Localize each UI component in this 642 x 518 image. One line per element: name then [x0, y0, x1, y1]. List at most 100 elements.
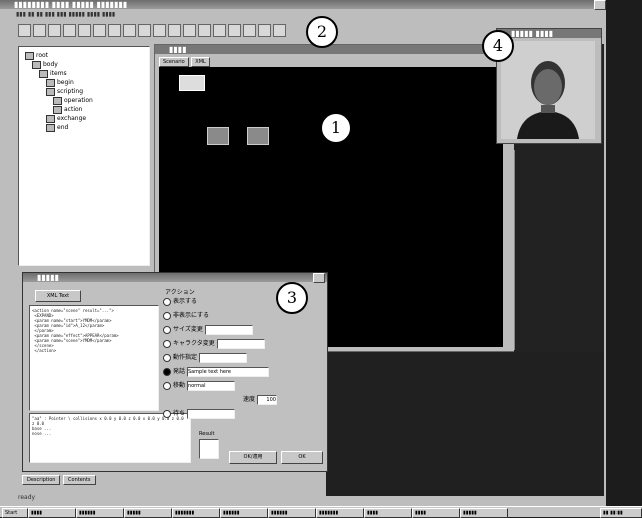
speed-row: 速度 100 [243, 394, 277, 405]
taskbar-item[interactable]: ▮▮▮▮▮▮ [76, 508, 124, 518]
node-icon [53, 96, 62, 105]
tab-xml[interactable]: XML [191, 57, 210, 67]
taskbar-clock: ▮▮ ▮▮:▮▮ [600, 508, 642, 518]
help-icon[interactable] [273, 24, 286, 37]
dialog-title-bar[interactable]: ▮▮▮▮▮ [23, 273, 327, 282]
radio-icon [163, 381, 171, 390]
tree-item[interactable]: end [25, 123, 149, 132]
ok-button[interactable]: OK [281, 451, 323, 464]
taskbar-item[interactable]: ▮▮▮▮▮▮▮ [172, 508, 220, 518]
taskbar-item[interactable]: ▮▮▮▮▮ [124, 508, 172, 518]
guide-line [514, 150, 515, 350]
undo-icon[interactable] [108, 24, 121, 37]
menu-bar[interactable]: ▮▮▮ ▮▮ ▮▮ ▮▮▮ ▮▮▮ ▮▮▮▮▮ ▮▮▮▮ ▮▮▮▮ [16, 11, 316, 19]
character-select[interactable] [216, 338, 265, 349]
wait-select[interactable] [186, 408, 235, 419]
new-icon[interactable] [18, 24, 31, 37]
motion-select[interactable] [198, 352, 247, 363]
paste-icon[interactable] [93, 24, 106, 37]
list-icon[interactable] [258, 24, 271, 37]
main-title-bar[interactable]: ▮▮▮▮▮▮▮▮ ▮▮▮▮ ▮▮▮▮▮ ▮▮▮▮▮▮▮ [0, 0, 606, 9]
tab-scenario[interactable]: Scenario [159, 57, 189, 67]
folder-icon [46, 87, 55, 96]
tree-item[interactable]: exchange [25, 114, 149, 123]
pencil-icon[interactable] [207, 127, 229, 145]
scenario-title-bar[interactable]: ▮▮▮▮ [155, 45, 515, 54]
folder-icon [32, 60, 41, 69]
dialog-close-button[interactable] [313, 273, 325, 283]
node-icon [53, 105, 62, 114]
pointer-icon[interactable] [247, 127, 269, 145]
radio-icon [163, 367, 171, 376]
tab-description[interactable]: Description [22, 475, 61, 485]
taskbar-item[interactable]: ▮▮▮▮ [28, 508, 76, 518]
cut-icon[interactable] [63, 24, 76, 37]
play-icon[interactable] [138, 24, 151, 37]
speed-input[interactable]: 100 [256, 394, 277, 405]
resize-select[interactable] [204, 324, 253, 335]
node-icon [46, 78, 55, 87]
radio-motion[interactable]: 動作指定 [163, 351, 323, 365]
folder-icon [25, 51, 34, 60]
taskbar: Start ▮▮▮▮ ▮▮▮▮▮▮ ▮▮▮▮▮ ▮▮▮▮▮▮▮ ▮▮▮▮▮▮ ▮… [0, 506, 642, 518]
callout-2: 2 [306, 16, 338, 48]
radio-utterance[interactable]: 発話 Sample text here [163, 365, 323, 379]
taskbar-item[interactable]: ▮▮▮▮ [364, 508, 412, 518]
camera-view [501, 41, 595, 139]
scene-node[interactable] [179, 75, 205, 91]
grid-icon[interactable] [243, 24, 256, 37]
tree-item[interactable]: scripting [25, 87, 149, 96]
radio-icon [163, 353, 171, 362]
callout-4: 4 [482, 30, 514, 62]
radio-icon [163, 325, 171, 334]
radio-wait[interactable]: 待ち [163, 407, 323, 421]
radio-resize[interactable]: サイズ変更 [163, 323, 323, 337]
start-button[interactable]: Start [2, 508, 28, 518]
script-text: <action name="scene" result="..."> <EXPA… [32, 308, 119, 353]
face-photo [501, 41, 595, 139]
tree-item[interactable]: begin [25, 78, 149, 87]
bottom-tabs: Description Contents [22, 474, 222, 485]
tree-item[interactable]: root [25, 51, 149, 60]
folder-icon [39, 69, 48, 78]
step-icon[interactable] [183, 24, 196, 37]
callout-1: 1 [320, 112, 352, 144]
tree-item[interactable]: items [25, 69, 149, 78]
open-icon[interactable] [33, 24, 46, 37]
folder-icon [46, 114, 55, 123]
taskbar-item[interactable]: ▮▮▮▮▮▮▮ [316, 508, 364, 518]
scenario-tabs: Scenario XML [155, 54, 515, 67]
camera-icon[interactable] [213, 24, 226, 37]
taskbar-item[interactable]: ▮▮▮▮▮▮ [268, 508, 316, 518]
radio-icon [163, 339, 171, 348]
tree-panel[interactable]: root body items begin scripting operatio… [18, 46, 150, 266]
utterance-input[interactable]: Sample text here [186, 366, 269, 377]
xml-text-button[interactable]: XML Text [35, 290, 81, 302]
settings-icon[interactable] [228, 24, 241, 37]
script-editor[interactable]: <action name="scene" result="..."> <EXPA… [29, 305, 159, 411]
radio-character[interactable]: キャラクタ変更 [163, 337, 323, 351]
tree-item[interactable]: action [25, 105, 149, 114]
taskbar-item[interactable]: ▮▮▮▮ [412, 508, 460, 518]
close-button[interactable] [594, 0, 606, 10]
tree-item[interactable]: body [25, 60, 149, 69]
redo-icon[interactable] [123, 24, 136, 37]
agent-icon[interactable] [198, 24, 211, 37]
save-icon[interactable] [48, 24, 61, 37]
taskbar-item[interactable]: ▮▮▮▮▮▮ [220, 508, 268, 518]
taskbar-item[interactable]: ▮▮▮▮▮ [460, 508, 508, 518]
camera-title-bar[interactable]: ▮▮▮▮▮ ▮▮▮▮ [497, 29, 601, 38]
move-select[interactable]: normal [186, 380, 235, 391]
status-bar: ready [18, 494, 36, 501]
copy-icon[interactable] [78, 24, 91, 37]
record-icon[interactable] [168, 24, 181, 37]
callout-3: 3 [276, 282, 308, 314]
tab-contents[interactable]: Contents [63, 475, 96, 485]
result-box[interactable] [199, 439, 219, 459]
radio-move[interactable]: 移動 normal [163, 379, 323, 393]
action-options: 表示する 非表示にする サイズ変更 キャラクタ変更 動作指定 発話 Sample… [163, 295, 323, 421]
toolbar [18, 24, 308, 38]
stop-icon[interactable] [153, 24, 166, 37]
apply-button[interactable]: OK/適用 [229, 451, 277, 464]
tree-item[interactable]: operation [25, 96, 149, 105]
